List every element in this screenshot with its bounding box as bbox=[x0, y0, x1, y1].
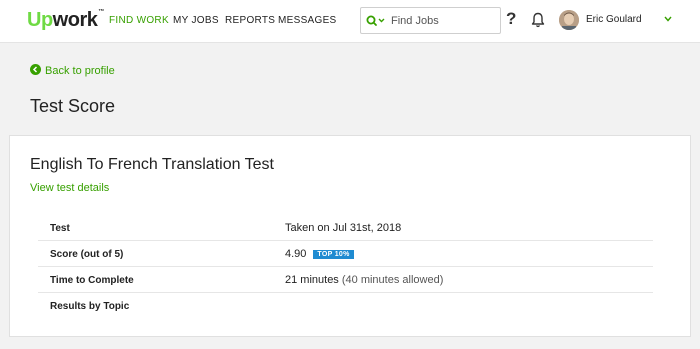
time-value: 21 minutes bbox=[285, 274, 339, 286]
upwork-logo[interactable]: Upwork™ bbox=[27, 9, 104, 32]
score-value: 4.90 bbox=[285, 248, 307, 260]
search-icon bbox=[366, 15, 385, 26]
logo-up-text: Up bbox=[27, 9, 53, 31]
nav-messages[interactable]: MESSAGES bbox=[278, 15, 337, 26]
search-box bbox=[360, 7, 501, 34]
back-arrow-icon bbox=[30, 64, 41, 75]
row-label: Score (out of 5) bbox=[50, 249, 124, 260]
top-percent-badge: TOP 10% bbox=[313, 250, 354, 259]
page-title: Test Score bbox=[30, 96, 116, 116]
notifications-bell-icon[interactable] bbox=[531, 12, 545, 28]
user-avatar[interactable] bbox=[559, 10, 579, 30]
search-type-dropdown[interactable] bbox=[365, 14, 387, 28]
chevron-down-icon[interactable] bbox=[664, 16, 672, 22]
back-link-label: Back to profile bbox=[45, 65, 115, 77]
score-table: Test Taken on Jul 31st, 2018 Score (out … bbox=[38, 215, 653, 319]
test-score-card: English To French Translation Test View … bbox=[9, 135, 691, 337]
row-label: Time to Complete bbox=[50, 275, 134, 286]
logo-trademark: ™ bbox=[98, 9, 104, 15]
time-allowed: (40 minutes allowed) bbox=[341, 274, 444, 286]
nav-reports[interactable]: REPORTS bbox=[225, 15, 275, 26]
back-to-profile-link[interactable]: Back to profile bbox=[30, 64, 115, 77]
search-input[interactable] bbox=[391, 13, 496, 29]
view-test-details-link[interactable]: View test details bbox=[30, 182, 109, 194]
help-icon[interactable]: ? bbox=[506, 9, 516, 29]
test-name: English To French Translation Test bbox=[30, 156, 274, 173]
row-label: Results by Topic bbox=[50, 301, 130, 312]
nav-my-jobs[interactable]: MY JOBS bbox=[173, 15, 219, 26]
top-navigation-bar: Upwork™ FIND WORK MY JOBS REPORTS MESSAG… bbox=[0, 0, 700, 43]
nav-find-work[interactable]: FIND WORK bbox=[109, 15, 169, 26]
avatar-portrait-icon bbox=[559, 10, 579, 30]
row-value-wrapper: 4.90 TOP 10% bbox=[285, 248, 354, 260]
user-name[interactable]: Eric Goulard bbox=[586, 14, 642, 25]
row-value: Taken on Jul 31st, 2018 bbox=[285, 222, 402, 234]
row-value-wrapper: 21 minutes (40 minutes allowed) bbox=[285, 274, 443, 286]
table-row-test: Test Taken on Jul 31st, 2018 bbox=[38, 215, 653, 241]
table-row-results-by-topic: Results by Topic bbox=[38, 293, 653, 319]
table-row-time: Time to Complete 21 minutes (40 minutes … bbox=[38, 267, 653, 293]
table-row-score: Score (out of 5) 4.90 TOP 10% bbox=[38, 241, 653, 267]
logo-work-text: work bbox=[52, 9, 98, 31]
row-label: Test bbox=[50, 223, 70, 234]
